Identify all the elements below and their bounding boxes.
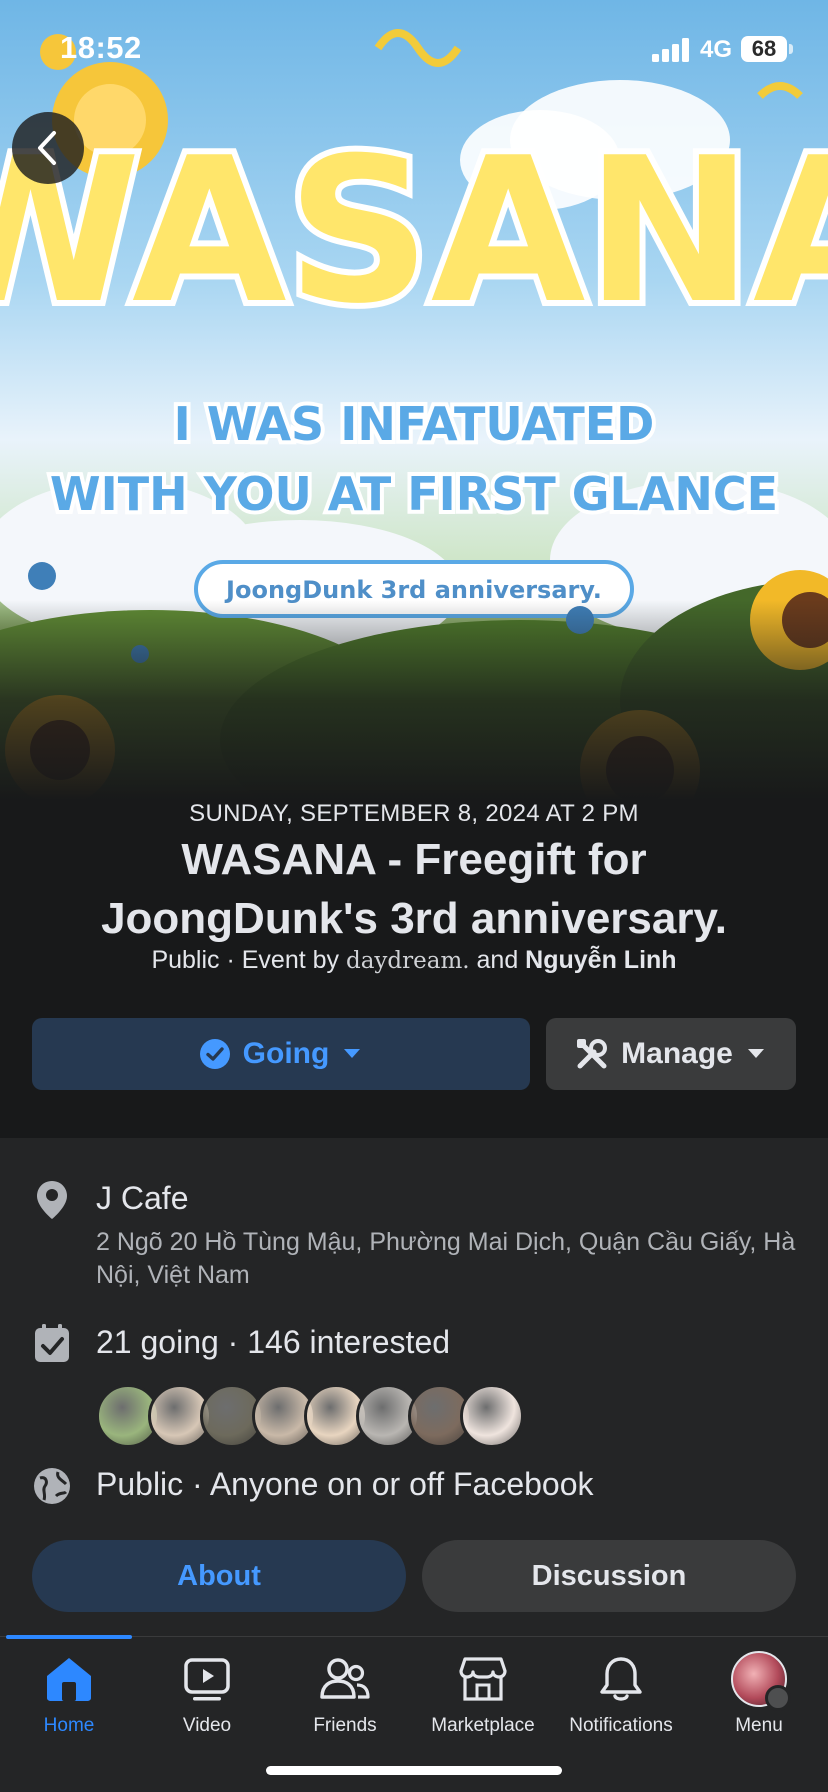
nav-item-video[interactable]: Video — [138, 1651, 276, 1751]
location-pin-icon — [30, 1178, 74, 1222]
event-meta: Public · Event by daydream. and Nguyễn L… — [0, 946, 828, 975]
avatar — [731, 1651, 791, 1711]
menu-icon — [765, 1685, 791, 1711]
bell-icon — [593, 1651, 649, 1707]
nav-label-marketplace: Marketplace — [431, 1715, 535, 1736]
nav-item-home[interactable]: Home — [0, 1651, 138, 1751]
cover-tagline-line2: WITH YOU AT FIRST GLANCE — [50, 467, 778, 521]
check-circle-icon — [199, 1039, 230, 1069]
going-label: Going — [242, 1037, 330, 1070]
nav-label-menu: Menu — [735, 1715, 783, 1736]
event-host-nguyen-linh[interactable]: Nguyễn Linh — [525, 946, 676, 974]
calendar-check-icon — [30, 1322, 74, 1366]
marketplace-icon — [455, 1651, 511, 1707]
nav-item-marketplace[interactable]: Marketplace — [414, 1651, 552, 1751]
back-button[interactable] — [12, 112, 84, 184]
event-host-daydream[interactable]: daydream. — [346, 948, 470, 974]
chevron-left-icon — [38, 131, 56, 165]
caret-down-icon — [747, 1049, 764, 1058]
event-meta-prefix: Public · Event by — [151, 946, 346, 974]
nav-item-notifications[interactable]: Notifications — [552, 1651, 690, 1751]
tab-discussion[interactable]: Discussion — [422, 1540, 796, 1612]
location-address[interactable]: 2 Ngõ 20 Hồ Tùng Mậu, Phường Mai Dịch, Q… — [96, 1226, 806, 1292]
avatar — [460, 1384, 524, 1448]
nav-label-home: Home — [43, 1715, 95, 1736]
event-meta-and: and — [469, 946, 526, 974]
nav-label-notifications: Notifications — [569, 1715, 673, 1736]
cover-tagline-line1: I WAS INFATUATED — [174, 397, 655, 451]
privacy-info: Public · Anyone on or off Facebook — [96, 1466, 594, 1502]
event-title: WASANA - Freegift for JoongDunk's 3rd an… — [101, 835, 727, 943]
nav-item-menu[interactable]: Menu — [690, 1651, 828, 1751]
video-icon — [179, 1651, 235, 1707]
event-cover-image[interactable]: WASANA I WAS INFATUATED WITH YOU AT FIRS… — [0, 0, 828, 800]
friends-icon — [317, 1651, 373, 1707]
caret-down-icon — [344, 1049, 361, 1058]
manage-button[interactable]: Manage — [546, 1018, 796, 1090]
cover-headline: WASANA — [0, 115, 828, 348]
signal-strength-icon — [652, 38, 689, 62]
manage-label: Manage — [621, 1037, 733, 1070]
cover-gradient — [0, 600, 828, 800]
attendance-count[interactable]: 21 going · 146 interested — [96, 1324, 450, 1361]
globe-icon — [30, 1464, 74, 1508]
network-type: 4G — [700, 36, 733, 63]
tools-icon — [577, 1039, 608, 1069]
location-name[interactable]: J Cafe — [96, 1180, 188, 1217]
nav-item-friends[interactable]: Friends — [276, 1651, 414, 1751]
going-button[interactable]: Going — [32, 1018, 530, 1090]
attendee-avatars[interactable] — [96, 1384, 526, 1448]
status-bar: 18:52 4G 68 — [0, 0, 828, 100]
battery-tip — [789, 44, 793, 54]
nav-active-indicator — [6, 1635, 132, 1639]
nav-label-video: Video — [182, 1715, 232, 1736]
status-time: 18:52 — [60, 30, 142, 65]
menu-avatar-wrap — [731, 1651, 791, 1711]
battery-icon: 68 — [741, 36, 787, 62]
event-date: SUNDAY, SEPTEMBER 8, 2024 AT 2 PM — [189, 800, 639, 827]
tab-about[interactable]: About — [32, 1540, 406, 1612]
home-indicator — [266, 1766, 562, 1775]
home-icon — [41, 1651, 97, 1707]
nav-label-friends: Friends — [313, 1715, 377, 1736]
